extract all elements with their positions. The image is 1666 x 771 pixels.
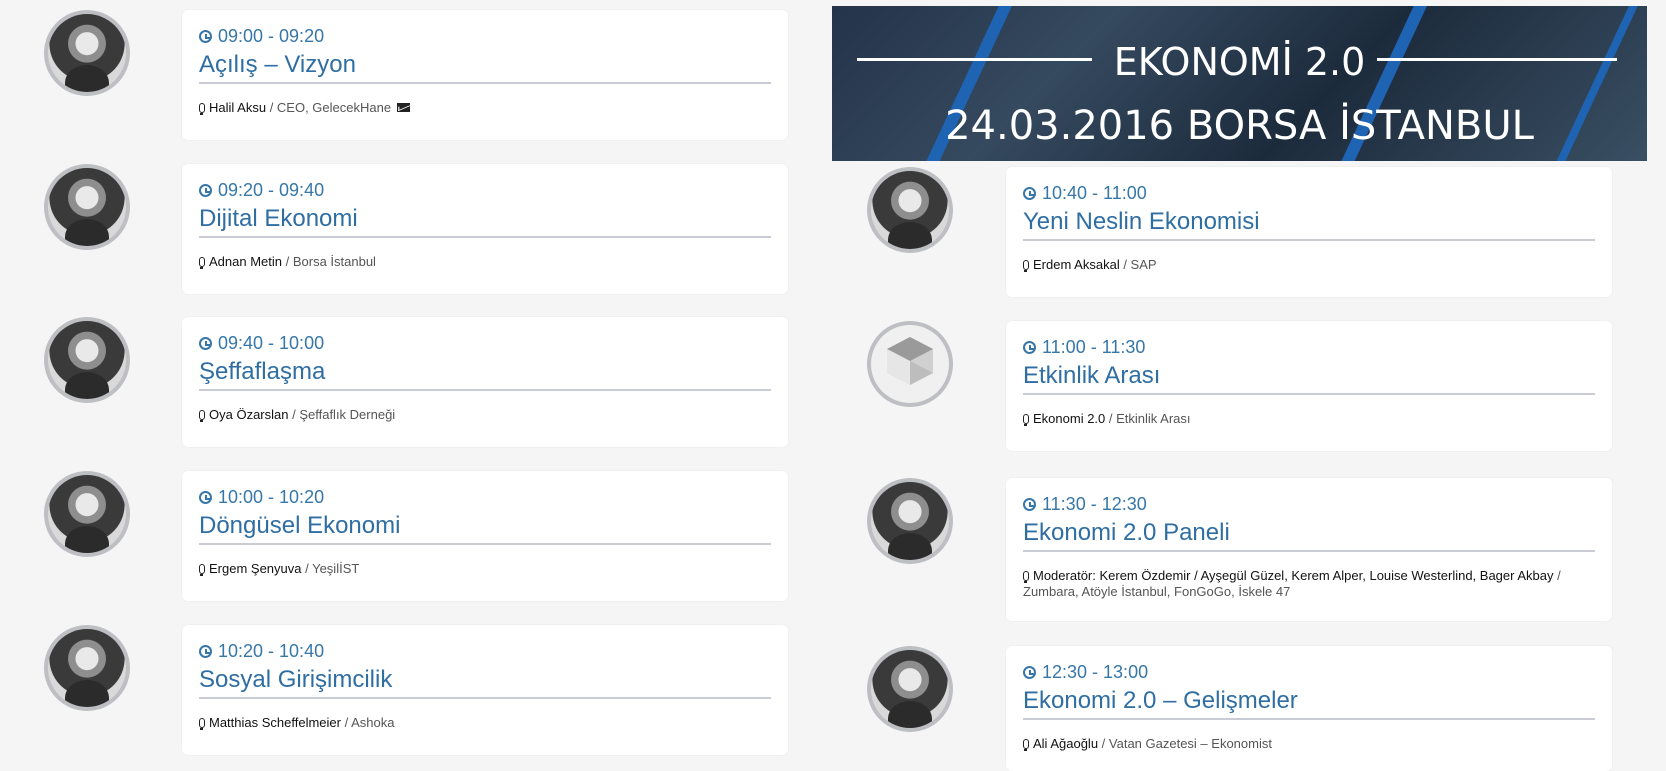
session-speaker: Halil Aksu / CEO, GelecekHane <box>199 100 748 116</box>
session-card: 09:20 - 09:40 Dijital Ekonomi Adnan Meti… <box>182 164 788 294</box>
speaker-name: Ergem Şenyuva <box>209 561 302 576</box>
session-speaker: Ekonomi 2.0 / Etkinlik Arası <box>1023 411 1572 427</box>
speaker-name: Matthias Scheffelmeier <box>209 715 341 730</box>
session-speaker: Ali Ağaoğlu / Vatan Gazetesi – Ekonomist <box>1023 736 1572 752</box>
speaker-affiliation: / Borsa İstanbul <box>282 254 376 269</box>
speaker-avatar <box>44 471 130 557</box>
event-logo-icon <box>887 337 933 385</box>
speaker-affiliation: / Etkinlik Arası <box>1105 411 1191 426</box>
session-title: Etkinlik Arası <box>1023 361 1595 395</box>
microphone-icon <box>199 564 205 576</box>
microphone-icon <box>1023 260 1029 272</box>
speaker-name: Moderatör: Kerem Özdemir / Ayşegül Güzel… <box>1033 568 1554 583</box>
event-banner: EKONOMİ 2.0 24.03.2016 BORSA İSTANBUL <box>832 6 1647 161</box>
microphone-icon <box>1023 739 1029 751</box>
speaker-avatar <box>44 317 130 403</box>
speaker-avatar <box>44 164 130 250</box>
speaker-affiliation: / YeşilİST <box>301 561 360 576</box>
speaker-name: Ali Ağaoğlu <box>1033 736 1099 751</box>
session-card: 09:40 - 10:00 Şeffaflaşma Oya Özarslan /… <box>182 317 788 447</box>
microphone-icon <box>199 103 205 115</box>
clock-icon <box>199 645 212 658</box>
speaker-name: Erdem Aksakal <box>1033 257 1120 272</box>
clock-icon <box>199 184 212 197</box>
session-speaker: Matthias Scheffelmeier / Ashoka <box>199 715 748 731</box>
clock-icon <box>1023 187 1036 200</box>
speaker-affiliation: / CEO, GelecekHane <box>266 100 392 115</box>
session-card: 10:40 - 11:00 Yeni Neslin Ekonomisi Erde… <box>1006 167 1612 297</box>
session-time: 10:00 - 10:20 <box>199 487 324 507</box>
session-time: 11:30 - 12:30 <box>1023 494 1147 514</box>
banner-subtitle: 24.03.2016 BORSA İSTANBUL <box>945 103 1534 149</box>
speaker-affiliation: / Vatan Gazetesi – Ekonomist <box>1098 736 1272 751</box>
session-time: 10:20 - 10:40 <box>199 641 324 661</box>
speaker-name: Halil Aksu <box>209 100 267 115</box>
speaker-affiliation: / Şeffaflık Derneği <box>288 407 396 422</box>
session-time: 10:40 - 11:00 <box>1023 183 1147 203</box>
speaker-name: Adnan Metin <box>209 254 282 269</box>
session-card: 10:00 - 10:20 Döngüsel Ekonomi Ergem Şen… <box>182 471 788 601</box>
session-speaker: Moderatör: Kerem Özdemir / Ayşegül Güzel… <box>1023 568 1572 600</box>
session-title: Ekonomi 2.0 – Gelişmeler <box>1023 686 1595 720</box>
clock-icon <box>1023 666 1036 679</box>
speaker-avatar <box>867 646 953 732</box>
session-card: 11:00 - 11:30 Etkinlik Arası Ekonomi 2.0… <box>1006 321 1612 451</box>
event-logo-avatar <box>867 321 953 407</box>
session-title: Döngüsel Ekonomi <box>199 511 771 545</box>
session-speaker: Oya Özarslan / Şeffaflık Derneği <box>199 407 748 423</box>
session-title: Yeni Neslin Ekonomisi <box>1023 207 1595 241</box>
session-card: 12:30 - 13:00 Ekonomi 2.0 – Gelişmeler A… <box>1006 646 1612 771</box>
clock-icon <box>1023 341 1036 354</box>
speaker-avatar <box>44 625 130 711</box>
speaker-affiliation: / SAP <box>1119 257 1157 272</box>
speaker-avatar <box>44 10 130 96</box>
speaker-affiliation: / Ashoka <box>341 715 395 730</box>
microphone-icon <box>1023 571 1029 583</box>
clock-icon <box>1023 498 1036 511</box>
session-time: 12:30 - 13:00 <box>1023 662 1148 682</box>
session-card: 10:20 - 10:40 Sosyal Girişimcilik Matthi… <box>182 625 788 755</box>
clock-icon <box>199 30 212 43</box>
session-card: 09:00 - 09:20 Açılış – Vizyon Halil Aksu… <box>182 10 788 140</box>
microphone-icon <box>199 257 205 269</box>
speaker-name: Ekonomi 2.0 <box>1033 411 1106 426</box>
envelope-icon[interactable] <box>397 103 411 112</box>
session-speaker: Ergem Şenyuva / YeşilİST <box>199 561 748 577</box>
session-time: 11:00 - 11:30 <box>1023 337 1145 357</box>
clock-icon <box>199 491 212 504</box>
microphone-icon <box>199 718 205 730</box>
speaker-avatar <box>867 167 953 253</box>
session-time: 09:00 - 09:20 <box>199 26 324 46</box>
microphone-icon <box>1023 414 1029 426</box>
speaker-avatar <box>867 478 953 564</box>
session-title: Sosyal Girişimcilik <box>199 665 771 699</box>
session-title: Açılış – Vizyon <box>199 50 771 84</box>
session-title: Ekonomi 2.0 Paneli <box>1023 518 1595 552</box>
session-speaker: Erdem Aksakal / SAP <box>1023 257 1572 273</box>
speaker-name: Oya Özarslan <box>209 407 289 422</box>
clock-icon <box>199 337 212 350</box>
session-title: Şeffaflaşma <box>199 357 771 391</box>
session-card: 11:30 - 12:30 Ekonomi 2.0 Paneli Moderat… <box>1006 478 1612 621</box>
session-title: Dijital Ekonomi <box>199 204 771 238</box>
microphone-icon <box>199 410 205 422</box>
session-time: 09:40 - 10:00 <box>199 333 324 353</box>
session-time: 09:20 - 09:40 <box>199 180 324 200</box>
banner-title: EKONOMİ 2.0 <box>1113 40 1366 84</box>
session-speaker: Adnan Metin / Borsa İstanbul <box>199 254 748 270</box>
